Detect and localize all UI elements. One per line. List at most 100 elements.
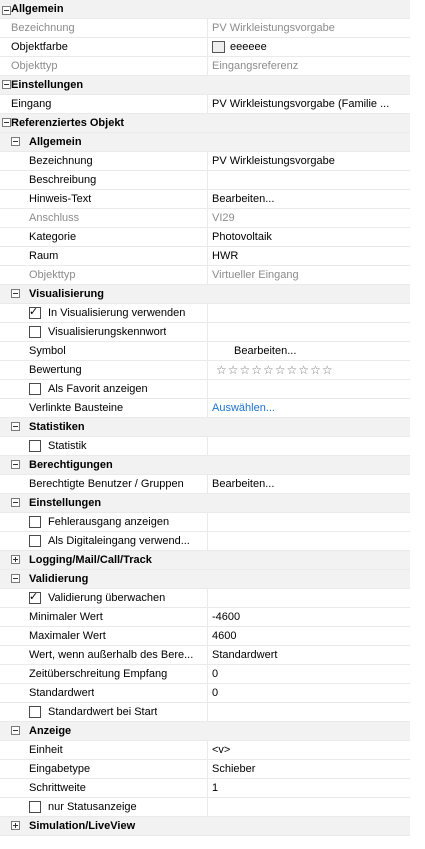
- collapse-icon[interactable]: [11, 289, 20, 298]
- property-row-berechtigte-benutzer[interactable]: Berechtigte Benutzer / Gruppen Bearbeite…: [0, 475, 410, 494]
- column-divider: [207, 760, 208, 778]
- category-validierung[interactable]: Validierung: [0, 570, 410, 589]
- property-row-einheit[interactable]: Einheit <v>: [0, 741, 410, 760]
- property-row-wert-ausserhalb[interactable]: Wert, wenn außerhalb des Bere... Standar…: [0, 646, 410, 665]
- property-name: Objektfarbe: [11, 41, 68, 53]
- property-row-ref-objekttyp[interactable]: Objekttyp Virtueller Eingang: [0, 266, 410, 285]
- property-row-statistik[interactable]: Statistik: [0, 437, 410, 456]
- category-simulation[interactable]: Simulation/LiveView: [0, 817, 410, 836]
- category-logging[interactable]: Logging/Mail/Call/Track: [0, 551, 410, 570]
- property-row-favorit[interactable]: Als Favorit anzeigen: [0, 380, 410, 399]
- property-value[interactable]: Schieber: [212, 763, 408, 775]
- property-value: Virtueller Eingang: [212, 269, 299, 281]
- property-value[interactable]: 4600: [212, 630, 408, 642]
- category-statistiken[interactable]: Statistiken: [0, 418, 410, 437]
- property-value: PV Wirkleistungsvorgabe (Familie ...: [212, 98, 390, 110]
- edit-button[interactable]: Bearbeiten...: [234, 345, 425, 357]
- property-name: Symbol: [29, 345, 66, 357]
- property-row-kennwort[interactable]: Visualisierungskennwort: [0, 323, 410, 342]
- column-divider: [207, 475, 208, 493]
- checkbox[interactable]: ✓: [29, 306, 41, 319]
- column-divider: [207, 304, 208, 322]
- property-value[interactable]: <v>: [212, 744, 408, 756]
- collapse-icon[interactable]: [11, 498, 20, 507]
- collapse-icon[interactable]: [2, 80, 11, 89]
- property-row-hinweis-text[interactable]: Hinweis-Text Bearbeiten...: [0, 190, 410, 209]
- property-row-raum[interactable]: Raum HWR: [0, 247, 410, 266]
- property-row-in-visualisierung[interactable]: ✓ In Visualisierung verwenden: [0, 304, 410, 323]
- checkbox[interactable]: [29, 801, 41, 813]
- checkbox[interactable]: [29, 516, 41, 528]
- column-divider: [207, 437, 208, 455]
- property-row-beschreibung[interactable]: Beschreibung: [0, 171, 410, 190]
- property-row-objektfarbe[interactable]: Objektfarbe eeeeee: [0, 38, 410, 57]
- property-row-ref-bezeichnung[interactable]: Bezeichnung PV Wirkleistungsvorgabe: [0, 152, 410, 171]
- category-anzeige[interactable]: Anzeige: [0, 722, 410, 741]
- category-label: Anzeige: [29, 725, 72, 737]
- property-row-zeitueberschreitung[interactable]: Zeitüberschreitung Empfang 0: [0, 665, 410, 684]
- category-referenziertes-objekt[interactable]: Referenziertes Objekt: [0, 114, 410, 133]
- property-row-bewertung[interactable]: Bewertung ☆☆☆☆☆☆☆☆☆☆: [0, 361, 410, 380]
- edit-button[interactable]: Bearbeiten...: [212, 193, 408, 205]
- property-row-standardwert-start[interactable]: Standardwert bei Start: [0, 703, 410, 722]
- property-row-verlinkte-bausteine[interactable]: Verlinkte Bausteine Auswählen...: [0, 399, 410, 418]
- checkbox[interactable]: [29, 706, 41, 718]
- collapse-icon[interactable]: [2, 6, 11, 15]
- property-value[interactable]: 1: [212, 782, 408, 794]
- checkbox[interactable]: [29, 326, 41, 338]
- property-value[interactable]: HWR: [212, 250, 408, 262]
- property-name: Als Favorit anzeigen: [48, 383, 148, 395]
- property-value[interactable]: 0: [212, 687, 408, 699]
- property-row-kategorie[interactable]: Kategorie Photovoltaik: [0, 228, 410, 247]
- edit-button[interactable]: Bearbeiten...: [212, 478, 408, 490]
- color-swatch[interactable]: [212, 41, 225, 53]
- collapse-icon[interactable]: [11, 422, 20, 431]
- property-row-objekttyp[interactable]: Objekttyp Eingangsreferenz: [0, 57, 410, 76]
- property-row-eingabetype[interactable]: Eingabetype Schieber: [0, 760, 410, 779]
- property-value[interactable]: -4600: [212, 611, 408, 623]
- property-row-fehlerausgang[interactable]: Fehlerausgang anzeigen: [0, 513, 410, 532]
- property-row-statusanzeige[interactable]: nur Statusanzeige: [0, 798, 410, 817]
- checkbox[interactable]: [29, 383, 41, 395]
- property-row-bezeichnung[interactable]: Bezeichnung PV Wirkleistungsvorgabe: [0, 19, 410, 38]
- property-value[interactable]: 0: [212, 668, 408, 680]
- property-row-symbol[interactable]: Symbol Bearbeiten...: [0, 342, 410, 361]
- expand-icon[interactable]: [11, 821, 20, 830]
- category-label: Logging/Mail/Call/Track: [29, 554, 152, 566]
- collapse-icon[interactable]: [11, 726, 20, 735]
- property-row-maximaler-wert[interactable]: Maximaler Wert 4600: [0, 627, 410, 646]
- property-row-schrittweite[interactable]: Schrittweite 1: [0, 779, 410, 798]
- property-row-anschluss[interactable]: Anschluss VI29: [0, 209, 410, 228]
- checkbox[interactable]: [29, 535, 41, 547]
- property-row-minimaler-wert[interactable]: Minimaler Wert -4600: [0, 608, 410, 627]
- expand-icon[interactable]: [11, 555, 20, 564]
- property-name: Als Digitaleingang verwend...: [48, 535, 190, 547]
- collapse-icon[interactable]: [11, 460, 20, 469]
- property-name: Eingang: [11, 98, 52, 110]
- column-divider: [207, 703, 208, 721]
- checkbox[interactable]: ✓: [29, 591, 41, 604]
- collapse-icon[interactable]: [2, 118, 11, 127]
- collapse-icon[interactable]: [11, 137, 20, 146]
- category-einstellungen[interactable]: Einstellungen: [0, 76, 410, 95]
- property-row-standardwert[interactable]: Standardwert 0: [0, 684, 410, 703]
- category-allgemein[interactable]: Allgemein: [0, 0, 410, 19]
- category-ref-allgemein[interactable]: Allgemein: [0, 133, 410, 152]
- property-row-eingang[interactable]: Eingang PV Wirkleistungsvorgabe (Familie…: [0, 95, 410, 114]
- category-label: Simulation/LiveView: [29, 820, 136, 832]
- property-row-digitaleingang[interactable]: Als Digitaleingang verwend...: [0, 532, 410, 551]
- category-ref-einstellungen[interactable]: Einstellungen: [0, 494, 410, 513]
- category-visualisierung[interactable]: Visualisierung: [0, 285, 410, 304]
- property-value[interactable]: Photovoltaik: [212, 231, 408, 243]
- property-value[interactable]: Standardwert: [212, 649, 408, 661]
- checkbox[interactable]: [29, 440, 41, 452]
- column-divider: [207, 57, 208, 75]
- property-name: In Visualisierung verwenden: [48, 307, 186, 319]
- property-row-validierung-ueberwachen[interactable]: ✓ Validierung überwachen: [0, 589, 410, 608]
- select-link[interactable]: Auswählen...: [212, 402, 408, 414]
- rating-stars-icon[interactable]: ☆☆☆☆☆☆☆☆☆☆: [216, 363, 334, 377]
- category-label: Einstellungen: [29, 497, 102, 509]
- column-divider: [207, 209, 208, 227]
- collapse-icon[interactable]: [11, 574, 20, 583]
- category-berechtigungen[interactable]: Berechtigungen: [0, 456, 410, 475]
